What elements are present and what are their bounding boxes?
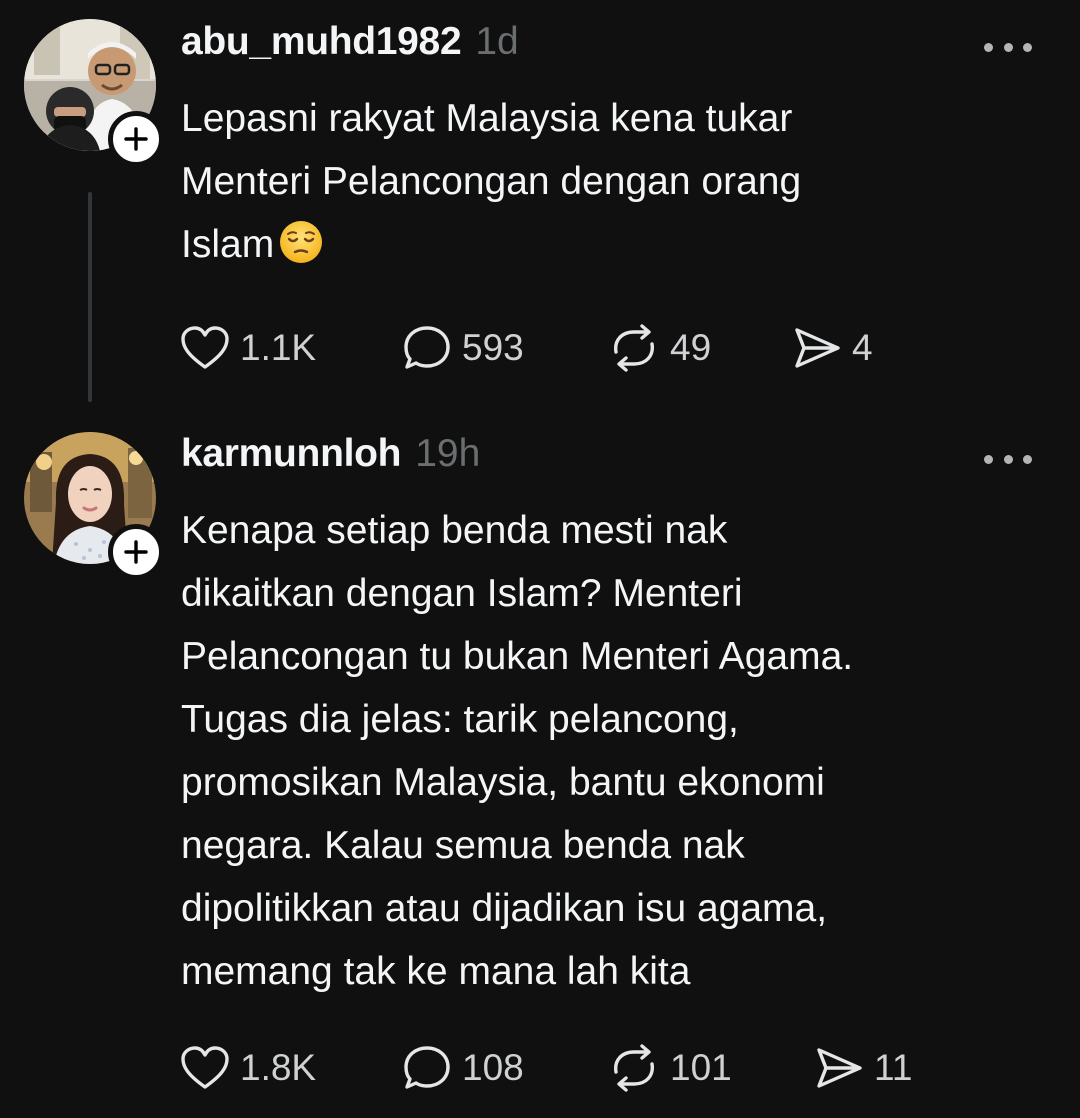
thread-post: karmunnloh 19h Kenapa setiap benda mesti…	[0, 415, 1080, 1118]
follow-button[interactable]	[108, 111, 164, 167]
post-text: Kenapa setiap benda mesti nak dikaitkan …	[181, 509, 854, 993]
username[interactable]: karmunnloh	[181, 432, 401, 476]
reply-count: 108	[462, 1047, 524, 1088]
repost-button[interactable]: 49	[608, 320, 711, 376]
pensive-face-icon	[280, 221, 323, 263]
reply-count: 593	[462, 327, 524, 368]
more-options-icon[interactable]	[984, 447, 1032, 471]
avatar-container[interactable]	[24, 432, 164, 580]
share-button[interactable]: 11	[814, 1040, 912, 1096]
share-count: 11	[874, 1047, 913, 1088]
post-time: 19h	[415, 432, 481, 475]
like-button[interactable]: 1.1K	[180, 320, 316, 376]
thread-post: abu_muhd1982 1d Lepasni rakyat Malaysia …	[0, 0, 1080, 415]
post-header: abu_muhd1982 1d	[181, 20, 519, 76]
repost-count: 101	[670, 1047, 732, 1088]
share-count: 4	[852, 327, 873, 368]
like-count: 1.1K	[240, 327, 317, 368]
post-time: 1d	[475, 20, 519, 63]
pensive-face-emoji	[278, 219, 324, 284]
post-body: Lepasni rakyat Malaysia kena tukar Mente…	[181, 97, 802, 266]
reply-button[interactable]: 108	[402, 1040, 524, 1096]
heart-icon	[181, 326, 229, 369]
send-icon	[795, 328, 840, 368]
post-actions: 1.8K 108 101 11	[180, 1040, 940, 1096]
share-button[interactable]: 4	[792, 320, 873, 376]
plus-icon	[124, 127, 148, 151]
comment-bubble-icon	[404, 326, 450, 369]
more-options-icon[interactable]	[984, 35, 1032, 59]
follow-button[interactable]	[108, 524, 164, 580]
repost-arrows-icon	[614, 324, 654, 372]
repost-button[interactable]: 101	[608, 1040, 732, 1096]
comment-bubble-icon	[404, 1046, 450, 1089]
post-actions: 1.1K 593 49 4	[180, 320, 940, 376]
send-icon	[817, 1048, 862, 1088]
thread-connector-line	[88, 192, 92, 402]
repost-arrows-icon	[614, 1044, 654, 1092]
plus-icon	[124, 540, 148, 564]
like-count: 1.8K	[240, 1047, 317, 1088]
post-header: karmunnloh 19h	[181, 432, 480, 488]
post-text: Lepasni rakyat Malaysia kena tukar Mente…	[181, 87, 1041, 284]
username[interactable]: abu_muhd1982	[181, 20, 462, 64]
repost-count: 49	[670, 327, 712, 368]
reply-button[interactable]: 593	[402, 320, 524, 376]
avatar-container[interactable]	[24, 19, 164, 167]
like-button[interactable]: 1.8K	[180, 1040, 316, 1096]
heart-icon	[181, 1046, 229, 1089]
